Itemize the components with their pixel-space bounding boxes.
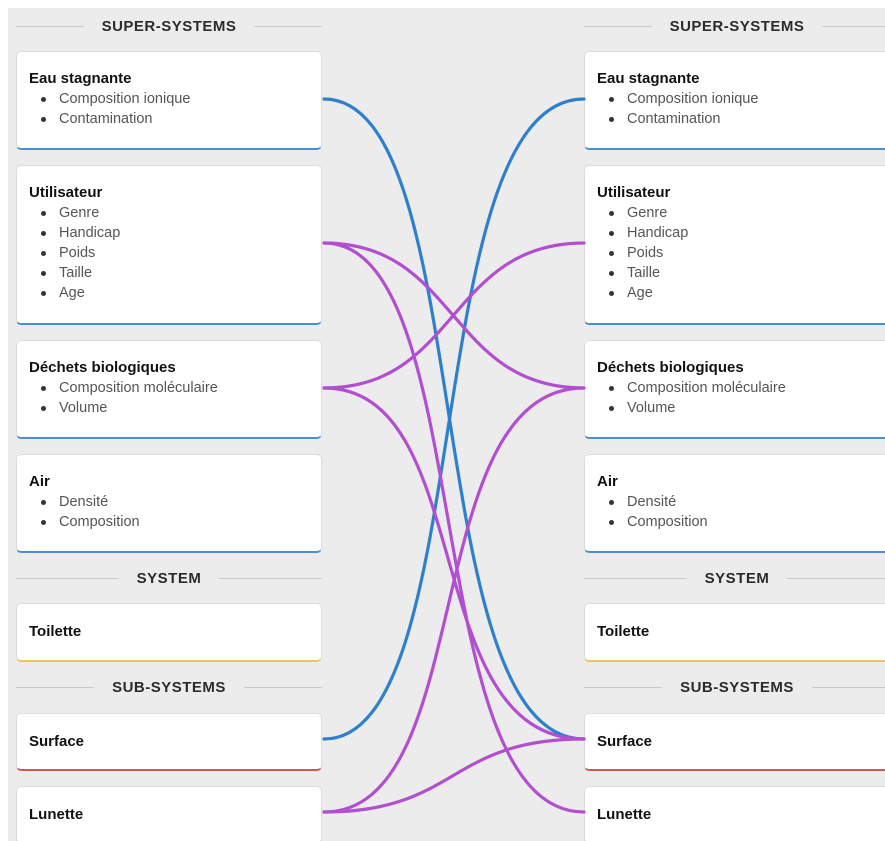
attribute-item: Genre <box>39 203 309 223</box>
sub-systems-header: SUB-SYSTEMS <box>16 675 323 699</box>
system-header: SYSTEM <box>16 566 322 590</box>
attribute-item: Genre <box>607 203 877 223</box>
card-title: Lunette <box>597 805 652 823</box>
card-utilisateur[interactable]: Utilisateur Genre Handicap Poids Taille … <box>16 165 322 325</box>
sub-systems-header: SUB-SYSTEMS <box>584 675 885 699</box>
system-header: SYSTEM <box>584 566 885 590</box>
section-title: SUPER-SYSTEMS <box>669 17 805 35</box>
super-systems-header: SUPER-SYSTEMS <box>584 14 885 38</box>
attribute-item: Volume <box>607 398 877 418</box>
card-title: Eau stagnante <box>29 70 132 87</box>
attribute-item: Densité <box>607 492 877 512</box>
card-title: Eau stagnante <box>597 70 700 87</box>
arrow-lunette-to-dechets <box>322 386 586 814</box>
attribute-item: Poids <box>39 243 309 263</box>
arrow-dechets-to-utilisateur <box>322 241 586 390</box>
attribute-item: Age <box>39 283 309 303</box>
arrow-utilisateur-to-dechets <box>322 241 586 390</box>
card-title: Air <box>29 473 50 490</box>
section-title: SUB-SYSTEMS <box>680 678 794 696</box>
card-lunette[interactable]: Lunette <box>16 786 322 841</box>
arrow-lunette-to-surface <box>322 737 586 814</box>
attribute-item: Contamination <box>39 109 309 129</box>
section-title: SUB-SYSTEMS <box>112 678 226 696</box>
card-title: Toilette <box>597 623 650 640</box>
card-toilette[interactable]: Toilette <box>16 603 322 662</box>
attribute-item: Poids <box>607 243 877 263</box>
attribute-item: Handicap <box>607 223 877 243</box>
super-systems-header: SUPER-SYSTEMS <box>16 14 323 38</box>
arrow-eau-stagnante-to-surface <box>322 97 586 741</box>
card-eau-stagnante[interactable]: Eau stagnante Composition ionique Contam… <box>16 51 322 150</box>
attribute-list: Genre Handicap Poids Taille Age <box>29 203 309 303</box>
attribute-item: Handicap <box>39 223 309 243</box>
attribute-item: Composition moléculaire <box>607 378 877 398</box>
attribute-item: Volume <box>39 398 309 418</box>
attribute-list: Densité Composition <box>597 492 877 532</box>
card-title: Déchets biologiques <box>597 359 744 376</box>
card-title: Déchets biologiques <box>29 359 176 376</box>
attribute-item: Composition ionique <box>39 89 309 109</box>
card-eau-stagnante[interactable]: Eau stagnante Composition ionique Contam… <box>584 51 885 150</box>
section-title: SYSTEM <box>704 569 770 587</box>
section-title: SUPER-SYSTEMS <box>101 17 237 35</box>
interaction-board: SUPER-SYSTEMS Eau stagnante Composition … <box>8 8 885 841</box>
card-title: Utilisateur <box>29 184 103 201</box>
attribute-list: Composition moléculaire Volume <box>597 378 877 418</box>
attribute-item: Contamination <box>607 109 877 129</box>
attribute-item: Composition <box>607 512 877 532</box>
attribute-item: Taille <box>607 263 877 283</box>
card-title: Toilette <box>29 623 82 640</box>
card-toilette[interactable]: Toilette <box>584 603 885 662</box>
attribute-list: Composition ionique Contamination <box>597 89 877 129</box>
attribute-item: Composition moléculaire <box>39 378 309 398</box>
arrow-dechets-to-surface <box>322 386 586 741</box>
attribute-item: Age <box>607 283 877 303</box>
arrow-utilisateur-to-lunette <box>322 241 586 814</box>
section-title: SYSTEM <box>136 569 202 587</box>
attribute-list: Densité Composition <box>29 492 309 532</box>
card-title: Surface <box>597 732 653 750</box>
card-surface[interactable]: Surface <box>584 713 885 771</box>
card-lunette[interactable]: Lunette <box>584 786 885 841</box>
attribute-list: Genre Handicap Poids Taille Age <box>597 203 877 303</box>
attribute-list: Composition moléculaire Volume <box>29 378 309 418</box>
card-utilisateur[interactable]: Utilisateur Genre Handicap Poids Taille … <box>584 165 885 325</box>
attribute-list: Composition ionique Contamination <box>29 89 309 129</box>
card-surface[interactable]: Surface <box>16 713 322 771</box>
card-dechets-biologiques[interactable]: Déchets biologiques Composition molécula… <box>16 340 322 439</box>
arrow-surface-to-eau-stagnante <box>322 97 586 741</box>
attribute-item: Taille <box>39 263 309 283</box>
attribute-item: Composition <box>39 512 309 532</box>
card-dechets-biologiques[interactable]: Déchets biologiques Composition molécula… <box>584 340 885 439</box>
card-air[interactable]: Air Densité Composition <box>584 454 885 553</box>
card-title: Utilisateur <box>597 184 671 201</box>
card-title: Surface <box>29 732 85 750</box>
card-title: Lunette <box>29 805 84 823</box>
card-title: Air <box>597 473 618 490</box>
card-air[interactable]: Air Densité Composition <box>16 454 322 553</box>
attribute-item: Composition ionique <box>607 89 877 109</box>
attribute-item: Densité <box>39 492 309 512</box>
